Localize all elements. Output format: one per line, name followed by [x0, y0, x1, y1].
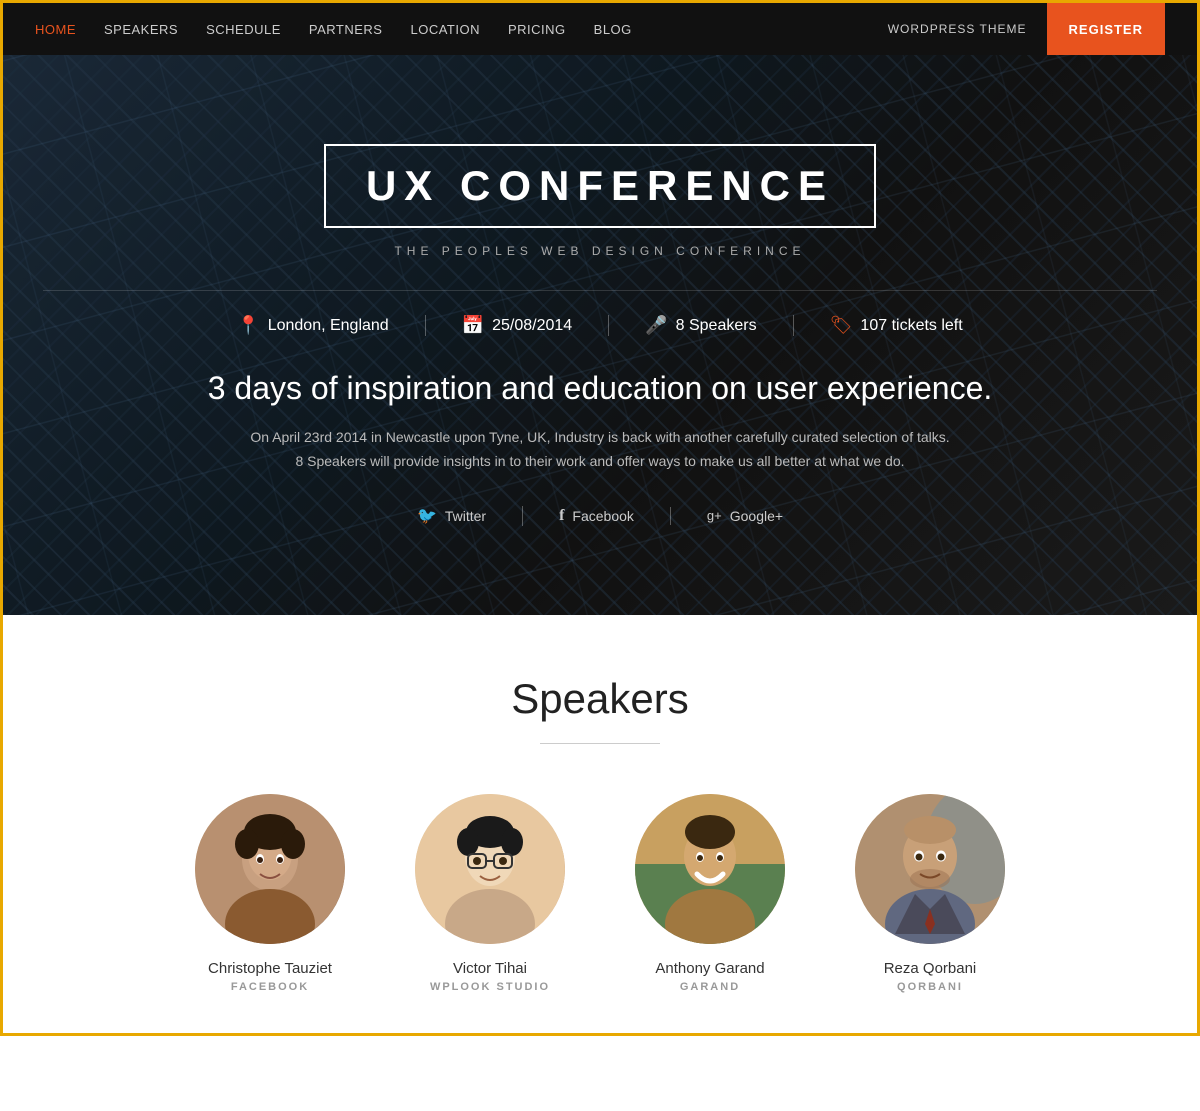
speaker-card: Christophe Tauziet FACEBOOK: [190, 794, 350, 993]
meta-location: 📍 London, England: [201, 315, 425, 336]
meta-location-text: London, England: [268, 317, 389, 335]
nav-speakers[interactable]: SPEAKERS: [104, 22, 178, 37]
speaker-name: Reza Qorbani: [884, 960, 977, 977]
speakers-divider: [540, 743, 660, 744]
speaker-card: Reza Qorbani QORBANI: [850, 794, 1010, 993]
googleplus-icon: g+: [707, 508, 722, 523]
speaker-company: FACEBOOK: [231, 981, 309, 993]
googleplus-label: Google+: [730, 508, 783, 524]
nav-blog[interactable]: BLOG: [594, 22, 632, 37]
speaker-company: QORBANI: [897, 981, 963, 993]
hero-content: UX CONFERENCE THE PEOPLES WEB DESIGN CON…: [3, 144, 1197, 525]
microphone-icon: 🎤: [645, 315, 667, 336]
speaker-name: Christophe Tauziet: [208, 960, 332, 977]
hero-section: UX CONFERENCE THE PEOPLES WEB DESIGN CON…: [3, 55, 1197, 615]
conference-title-box: UX CONFERENCE: [324, 144, 876, 228]
nav-location[interactable]: LOCATION: [410, 22, 480, 37]
speaker-company: GARAND: [680, 981, 740, 993]
meta-tickets: 🏷 107 tickets left: [794, 315, 999, 336]
nav-right: WORDPRESS THEME REGISTER: [888, 3, 1165, 55]
nav-schedule[interactable]: SCHEDULE: [206, 22, 281, 37]
speaker-name: Victor Tihai: [453, 960, 527, 977]
nav-pricing[interactable]: PRICING: [508, 22, 566, 37]
hero-headline: 3 days of inspiration and education on u…: [43, 368, 1157, 410]
conference-subtitle: THE PEOPLES WEB DESIGN CONFERINCE: [43, 244, 1157, 258]
nav-partners[interactable]: PARTNERS: [309, 22, 383, 37]
conference-title: UX CONFERENCE: [366, 162, 834, 210]
hero-divider: [43, 290, 1157, 291]
hero-description: On April 23rd 2014 in Newcastle upon Tyn…: [250, 426, 950, 474]
speaker-avatar: [855, 794, 1005, 944]
navigation: HOME SPEAKERS SCHEDULE PARTNERS LOCATION…: [3, 3, 1197, 55]
register-button[interactable]: REGISTER: [1047, 3, 1165, 55]
hero-meta: 📍 London, England 📅 25/08/2014 🎤 8 Speak…: [43, 315, 1157, 336]
calendar-icon: 📅: [462, 315, 484, 336]
speaker-card: Anthony Garand GARAND: [630, 794, 790, 993]
wordpress-theme-label: WORDPRESS THEME: [888, 22, 1027, 36]
speaker-avatar: [635, 794, 785, 944]
ticket-icon: 🏷: [830, 315, 853, 336]
speaker-name: Anthony Garand: [655, 960, 764, 977]
facebook-link[interactable]: f Facebook: [523, 507, 671, 525]
speakers-heading: Speakers: [43, 675, 1157, 723]
hero-social: 🐦 Twitter f Facebook g+ Google+: [43, 506, 1157, 526]
nav-links: HOME SPEAKERS SCHEDULE PARTNERS LOCATION…: [35, 22, 632, 37]
meta-speakers-text: 8 Speakers: [676, 317, 757, 335]
speaker-avatar: [415, 794, 565, 944]
location-icon: 📍: [237, 315, 259, 336]
twitter-label: Twitter: [445, 508, 486, 524]
speaker-card: Victor Tihai WPLOOK STUDIO: [410, 794, 570, 993]
meta-date-text: 25/08/2014: [492, 317, 572, 335]
speaker-avatar: [195, 794, 345, 944]
facebook-icon: f: [559, 507, 564, 525]
meta-date: 📅 25/08/2014: [426, 315, 610, 336]
speaker-company: WPLOOK STUDIO: [430, 981, 550, 993]
meta-tickets-text: 107 tickets left: [860, 317, 962, 335]
twitter-link[interactable]: 🐦 Twitter: [381, 506, 523, 526]
speakers-section: Speakers: [3, 615, 1197, 1033]
facebook-label: Facebook: [572, 508, 633, 524]
nav-home[interactable]: HOME: [35, 22, 76, 37]
googleplus-link[interactable]: g+ Google+: [671, 508, 819, 524]
twitter-icon: 🐦: [417, 506, 437, 526]
meta-speakers: 🎤 8 Speakers: [609, 315, 793, 336]
speakers-grid: Christophe Tauziet FACEBOOK: [43, 794, 1157, 993]
